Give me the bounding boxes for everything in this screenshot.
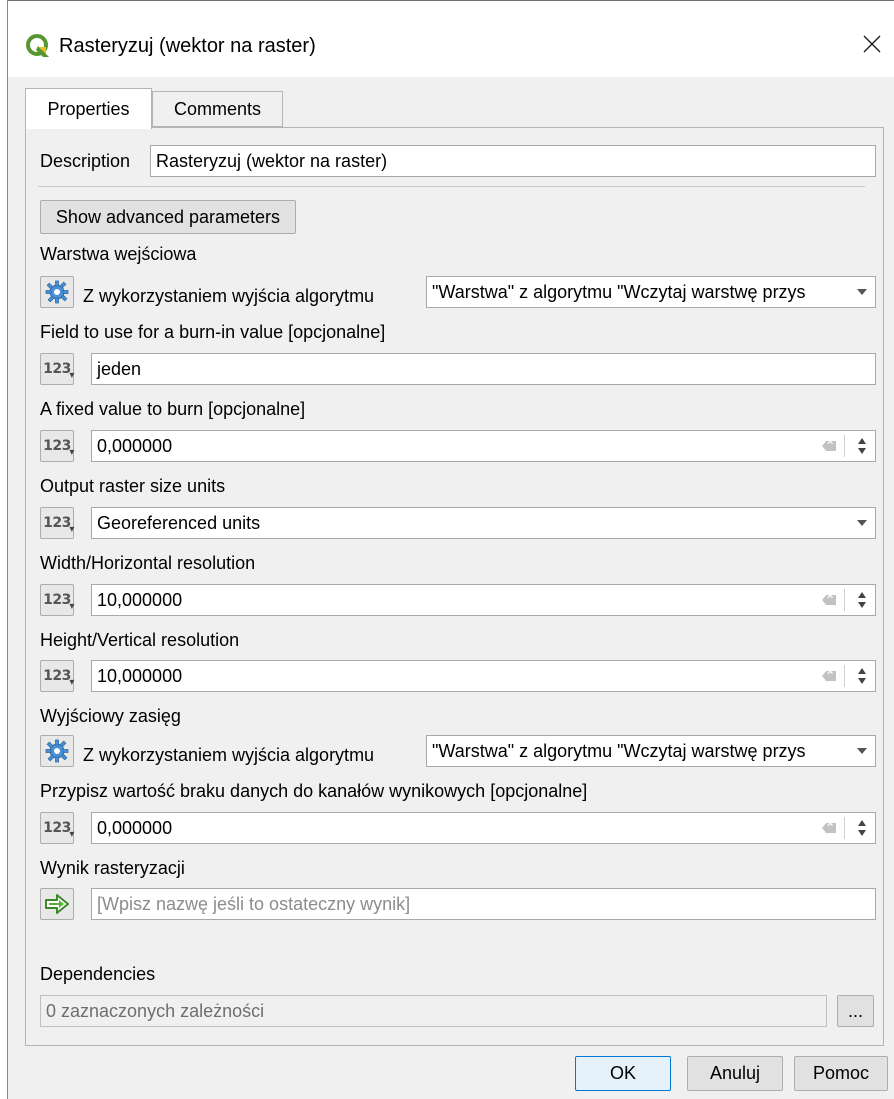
step-down-icon[interactable] [858,678,866,684]
arrow-right-icon [45,894,69,914]
show-advanced-parameters-button[interactable]: Show advanced parameters [40,200,296,234]
dialog-window: Rasteryzuj (wektor na raster) Properties… [7,0,894,1099]
gear-icon [45,280,69,304]
step-down-icon[interactable] [858,602,866,608]
divider [844,589,845,611]
step-up-icon[interactable] [858,668,866,674]
height-stepper[interactable] [852,660,872,692]
height-spinbox[interactable]: 10,000000 [91,660,876,692]
close-button[interactable] [849,21,894,67]
size-units-combo[interactable]: Georeferenced units [91,507,876,539]
step-down-icon[interactable] [858,830,866,836]
step-up-icon[interactable] [858,592,866,598]
input-layer-source-label: Z wykorzystaniem wyjścia algorytmu [83,286,375,306]
cancel-button[interactable]: Anuluj [687,1056,783,1091]
size-units-value: Georeferenced units [97,512,261,533]
output-label: Wynik rasteryzacji [40,858,185,878]
numeric-icon: 123 ▾ [43,668,74,688]
width-label: Width/Horizontal resolution [40,553,256,573]
chevron-down-icon [857,520,867,526]
fixed-value-label: A fixed value to burn [opcjonalne] [40,399,306,419]
fixed-value-text: 0,000000 [97,436,173,456]
description-input[interactable]: Rasteryzuj (wektor na raster) [150,145,876,177]
output-destination-button[interactable] [40,888,74,920]
title-bar: Rasteryzuj (wektor na raster) [8,1,894,77]
width-type-button[interactable]: 123 ▾ [40,584,74,616]
height-label: Height/Vertical resolution [40,630,240,650]
window-title: Rasteryzuj (wektor na raster) [59,35,316,57]
fixed-value-stepper[interactable] [852,430,872,462]
fixed-value-type-button[interactable]: 123 ▾ [40,430,74,462]
tab-comments[interactable]: Comments [152,91,283,127]
output-input[interactable]: [Wpisz nazwę jeśli to ostateczny wynik] [91,888,876,920]
burn-field-type-button[interactable]: 123 ▾ [40,353,74,385]
numeric-icon: 123 ▾ [43,515,74,535]
ok-button[interactable]: OK [575,1056,671,1091]
help-button[interactable]: Pomoc [794,1056,888,1091]
divider [844,817,845,839]
step-down-icon[interactable] [858,448,866,454]
nodata-stepper[interactable] [852,812,872,844]
close-icon [863,35,881,53]
input-layer-source-button[interactable] [40,276,74,308]
extent-value: "Warstwa" z algorytmu "Wczytaj warstwę p… [432,740,806,761]
extent-source-label: Z wykorzystaniem wyjścia algorytmu [83,745,375,765]
nodata-spinbox[interactable]: 0,000000 [91,812,876,844]
input-layer-combo[interactable]: "Warstwa" z algorytmu "Wczytaj warstwę p… [426,276,876,308]
gear-icon [45,739,69,763]
width-spinbox[interactable]: 10,000000 [91,584,876,616]
nodata-label: Przypisz wartość braku danych do kanałów… [40,781,588,801]
nodata-type-button[interactable]: 123 ▾ [40,812,74,844]
height-type-button[interactable]: 123 ▾ [40,660,74,692]
tab-properties[interactable]: Properties [25,88,152,129]
extent-source-button[interactable] [40,735,74,767]
dependencies-label: Dependencies [40,964,156,984]
extent-label: Wyjściowy zasięg [40,706,181,726]
properties-panel: Description Rasteryzuj (wektor na raster… [25,127,884,1046]
height-text: 10,000000 [97,666,183,686]
burn-field-label: Field to use for a burn-in value [opcjon… [40,322,386,342]
divider [844,435,845,457]
dependencies-browse-button[interactable]: ... [837,995,874,1027]
nodata-text: 0,000000 [97,818,173,838]
numeric-icon: 123 ▾ [43,592,74,612]
chevron-down-icon [857,748,867,754]
qgis-logo-icon [26,34,49,57]
numeric-icon: 123 ▾ [43,361,74,381]
burn-field-input[interactable]: jeden [91,353,876,385]
step-up-icon[interactable] [858,820,866,826]
divider [844,665,845,687]
size-units-label: Output raster size units [40,476,226,496]
width-text: 10,000000 [97,590,183,610]
numeric-icon: 123 ▾ [43,438,74,458]
extent-combo[interactable]: "Warstwa" z algorytmu "Wczytaj warstwę p… [426,735,876,767]
input-layer-label: Warstwa wejściowa [40,244,197,264]
input-layer-value: "Warstwa" z algorytmu "Wczytaj warstwę p… [432,281,806,302]
size-units-type-button[interactable]: 123 ▾ [40,507,74,539]
fixed-value-spinbox[interactable]: 0,000000 [91,430,876,462]
width-stepper[interactable] [852,584,872,616]
dependencies-field: 0 zaznaczonych zależności [40,995,827,1027]
chevron-down-icon [857,289,867,295]
step-up-icon[interactable] [858,438,866,444]
separator [38,186,865,187]
description-label: Description [40,151,131,171]
numeric-icon: 123 ▾ [43,820,74,840]
